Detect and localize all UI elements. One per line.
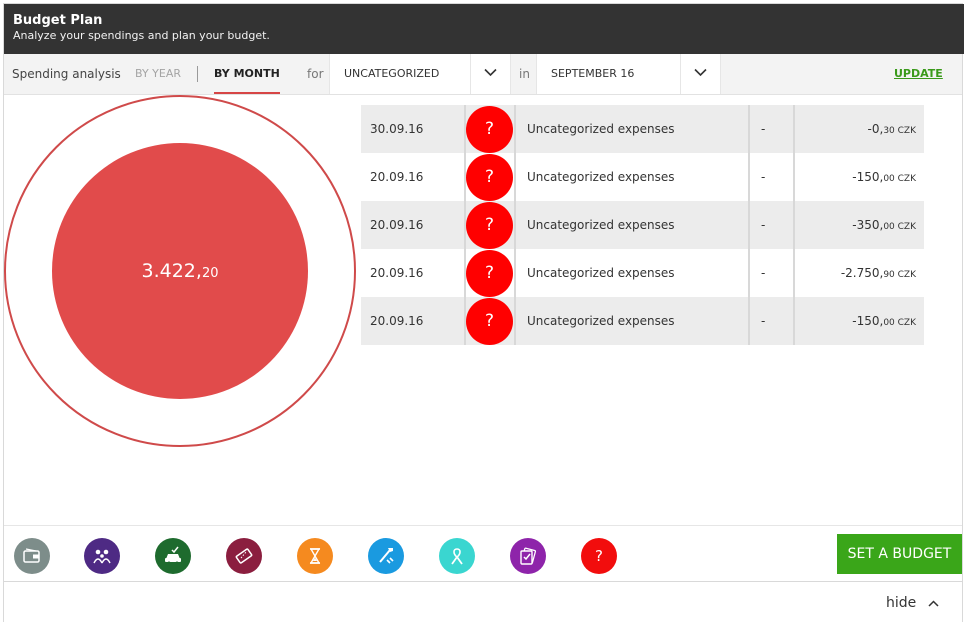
table-row[interactable]: 20.09.16 ? Uncategorized expenses - -350… <box>361 201 924 249</box>
column-divider <box>748 249 750 297</box>
spending-donut-chart: 3.422,20 <box>4 95 356 447</box>
amount-decimal: 00 CZK <box>883 222 916 232</box>
filter-toolbar: Spending analysis BY YEAR BY MONTH for U… <box>4 54 962 95</box>
documents-icon[interactable] <box>510 538 546 574</box>
update-link[interactable]: UPDATE <box>894 54 943 94</box>
transactions-table: 30.09.16 ? Uncategorized expenses - -0,3… <box>361 105 924 345</box>
tab-by-month[interactable]: BY MONTH <box>214 54 280 94</box>
spending-analysis-label: Spending analysis <box>12 67 121 81</box>
family-icon[interactable] <box>84 538 120 574</box>
transaction-note: - <box>761 170 766 184</box>
transaction-note: - <box>761 122 766 136</box>
uncategorized-category-icon[interactable]: ? <box>466 154 513 201</box>
column-divider <box>793 201 795 249</box>
category-select-value: UNCATEGORIZED <box>344 67 440 80</box>
category-select[interactable]: UNCATEGORIZED <box>329 54 511 94</box>
transaction-note: - <box>761 266 766 280</box>
amount-integer: -350, <box>852 218 884 232</box>
chevron-down-icon <box>694 68 707 77</box>
category-bar: ? SET A BUDGET <box>4 525 962 583</box>
in-label: in <box>519 67 530 81</box>
wallet-icon[interactable] <box>14 538 50 574</box>
spending-total-integer: 3.422, <box>141 260 202 282</box>
ticket-icon[interactable] <box>226 538 262 574</box>
widget-title: Budget Plan <box>13 13 103 28</box>
column-divider <box>793 153 795 201</box>
column-divider <box>514 249 516 297</box>
transaction-date: 20.09.16 <box>370 266 424 280</box>
column-divider <box>793 105 795 153</box>
amount-decimal: 90 CZK <box>883 270 916 280</box>
ribbon-icon[interactable] <box>439 538 475 574</box>
tab-by-year[interactable]: BY YEAR <box>135 54 181 94</box>
column-divider <box>514 105 516 153</box>
table-row[interactable]: 20.09.16 ? Uncategorized expenses - -150… <box>361 153 924 201</box>
amount-integer: -150, <box>852 314 884 328</box>
transaction-note: - <box>761 314 766 328</box>
amount-integer: -0, <box>867 122 884 136</box>
uncategorized-category-icon[interactable]: ? <box>466 106 513 153</box>
transaction-amount: -0,30 CZK <box>868 105 916 155</box>
transaction-date: 20.09.16 <box>370 170 424 184</box>
transaction-date: 20.09.16 <box>370 218 424 232</box>
table-row[interactable]: 20.09.16 ? Uncategorized expenses - -2.7… <box>361 249 924 297</box>
transaction-date: 30.09.16 <box>370 122 424 136</box>
amount-integer: -2.750, <box>840 266 884 280</box>
column-divider <box>514 201 516 249</box>
transaction-description: Uncategorized expenses <box>527 266 675 280</box>
transaction-amount: -350,00 CZK <box>852 201 916 251</box>
month-select[interactable]: SEPTEMBER 16 <box>536 54 721 94</box>
column-divider <box>748 201 750 249</box>
amount-integer: -150, <box>852 170 884 184</box>
month-dropdown-toggle[interactable] <box>680 54 720 94</box>
transaction-description: Uncategorized expenses <box>527 122 675 136</box>
widget-footer: hide <box>4 581 962 622</box>
transaction-description: Uncategorized expenses <box>527 314 675 328</box>
budget-plan-widget: Budget Plan Analyze your spendings and p… <box>3 3 964 622</box>
transaction-amount: -2.750,90 CZK <box>841 249 916 299</box>
chevron-down-icon <box>484 68 497 77</box>
category-dropdown-toggle[interactable] <box>470 54 510 94</box>
column-divider <box>793 297 795 345</box>
question-icon[interactable]: ? <box>581 538 617 574</box>
month-select-value: SEPTEMBER 16 <box>551 67 635 80</box>
hourglass-icon[interactable] <box>297 538 333 574</box>
transaction-description: Uncategorized expenses <box>527 170 675 184</box>
table-row[interactable]: 20.09.16 ? Uncategorized expenses - -150… <box>361 297 924 345</box>
column-divider <box>748 297 750 345</box>
column-divider <box>514 297 516 345</box>
column-divider <box>514 153 516 201</box>
transaction-description: Uncategorized expenses <box>527 218 675 232</box>
transaction-date: 20.09.16 <box>370 314 424 328</box>
amount-decimal: 00 CZK <box>883 318 916 328</box>
column-divider <box>793 249 795 297</box>
tools-icon[interactable] <box>368 538 404 574</box>
toolbar-divider <box>197 66 198 82</box>
hide-toggle[interactable]: hide <box>886 582 916 624</box>
transaction-note: - <box>761 218 766 232</box>
uncategorized-category-icon[interactable]: ? <box>466 250 513 297</box>
amount-decimal: 30 CZK <box>883 126 916 136</box>
uncategorized-category-icon[interactable]: ? <box>466 298 513 345</box>
chevron-up-icon[interactable] <box>928 600 939 607</box>
set-budget-button[interactable]: SET A BUDGET <box>837 534 962 574</box>
transaction-amount: -150,00 CZK <box>852 153 916 203</box>
widget-header: Budget Plan Analyze your spendings and p… <box>4 4 964 54</box>
car-icon[interactable] <box>155 538 191 574</box>
spending-total: 3.422,20 <box>52 143 308 399</box>
table-row[interactable]: 30.09.16 ? Uncategorized expenses - -0,3… <box>361 105 924 153</box>
transaction-amount: -150,00 CZK <box>852 297 916 347</box>
widget-subtitle: Analyze your spendings and plan your bud… <box>13 29 270 42</box>
column-divider <box>748 153 750 201</box>
uncategorized-category-icon[interactable]: ? <box>466 202 513 249</box>
spending-total-decimal: 20 <box>201 266 219 281</box>
amount-decimal: 00 CZK <box>883 174 916 184</box>
column-divider <box>748 105 750 153</box>
for-label: for <box>307 67 324 81</box>
